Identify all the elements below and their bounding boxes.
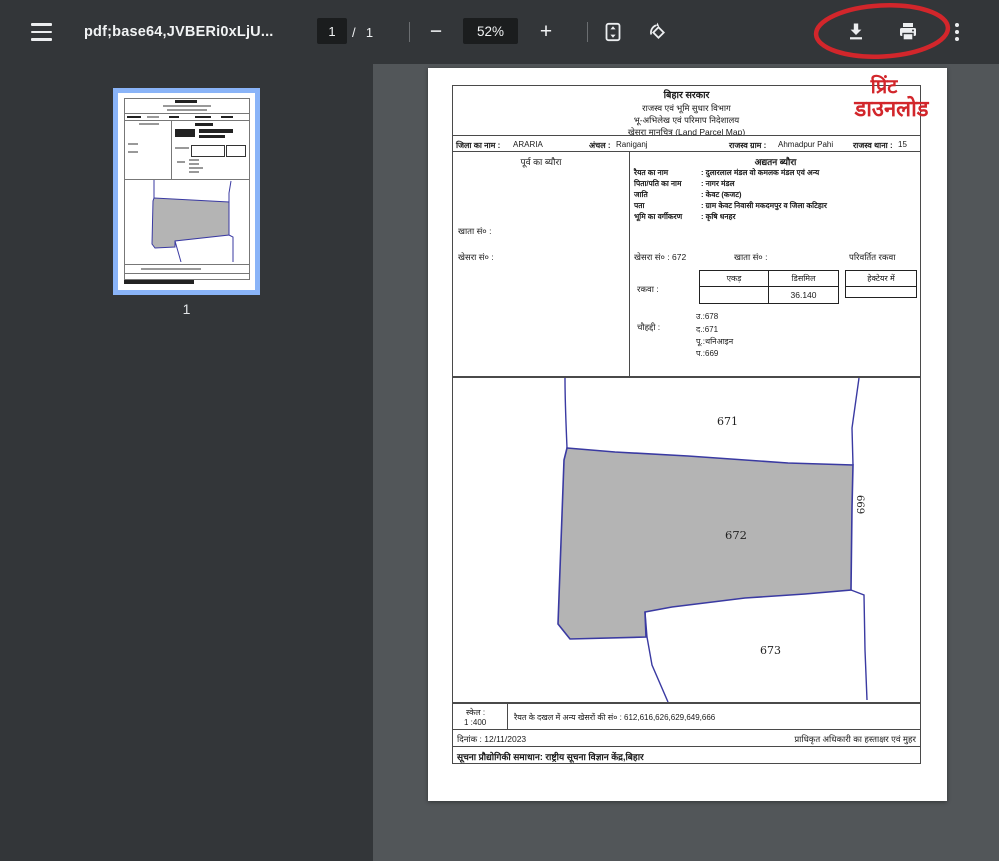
pdf-viewer-toolbar: pdf;base64,JVBERi0xLjU... 1 / 1 − 52% +	[0, 0, 999, 64]
pdf-page: बिहार सरकार राजस्व एवं भूमि सुधार विभाग …	[428, 68, 947, 801]
acre-header: एकड़	[700, 271, 769, 286]
thumbnail-page-number: 1	[113, 301, 260, 317]
menu-icon[interactable]	[28, 20, 54, 44]
decimal-value: 36.140	[769, 287, 838, 303]
location-meta-row: जिला का नाम : ARARIA अंचल : Raniganj राज…	[452, 135, 921, 152]
scale-label: स्केल :	[466, 707, 485, 718]
boundary-west: प.:669	[696, 348, 718, 359]
parcel-671-label: 671	[717, 415, 738, 428]
zoom-level-input[interactable]: 52%	[463, 18, 518, 44]
anchal-value: Raniganj	[616, 140, 648, 149]
date-signature-row: दिनांक : 12/11/2023 प्राधिकृत अधिकारी का…	[452, 729, 921, 747]
signature-label: प्राधिकृत अधिकारी का हस्ताक्षर एवं मुहर	[794, 734, 916, 745]
current-khesra-label: खेसरा सं० : 672	[634, 252, 686, 263]
zoom-out-button[interactable]: −	[418, 14, 454, 50]
boundary-line-top-left	[565, 378, 567, 448]
hectare-table: हेक्टेयर में	[845, 270, 917, 298]
page-thumbnail-preview	[118, 93, 255, 290]
previous-khata-label: खाता सं० :	[458, 226, 491, 237]
previous-khesra-label: खेसरा सं० :	[458, 252, 494, 263]
print-icon[interactable]	[890, 14, 926, 50]
current-khata-label: खाता सं० :	[734, 252, 767, 263]
decimal-header: डिसमिल	[769, 271, 838, 286]
other-khesra-note: रैयत के दखल में अन्य खेसरों की सं० : 612…	[514, 712, 715, 723]
scale-value: 1 :400	[464, 718, 486, 727]
parcel-672-shape	[558, 448, 853, 639]
toolbar-divider	[409, 22, 410, 42]
boundary-north: उ.:678	[696, 311, 718, 322]
boundary-south: द.:671	[696, 324, 718, 335]
date-label: दिनांक : 12/11/2023	[457, 734, 526, 745]
district-label: जिला का नाम :	[456, 140, 500, 151]
parcel-672-label: 672	[725, 528, 747, 542]
village-value: Ahmadpur Pahi	[778, 140, 833, 149]
page-thumbnail[interactable]	[113, 88, 260, 295]
boundary-line-673	[645, 612, 668, 702]
more-options-icon[interactable]	[939, 14, 975, 50]
acre-value	[700, 287, 769, 303]
caste-label: जाति	[634, 190, 648, 200]
boundary-east: पू.:थनिआइन	[696, 336, 733, 347]
land-class-value: : कृषि धनहर	[701, 212, 736, 222]
directorate-line: भू-अभिलेख एवं परिमाप निदेशालय	[634, 115, 739, 126]
current-details-column: अद्यतन ब्यौरा रैयत का नाम : दुलारलाल मंड…	[629, 152, 922, 376]
raiyat-name-label: रैयत का नाम	[634, 168, 668, 178]
father-name-label: पिता/पति का नाम	[634, 179, 681, 189]
father-name-value: : नागर मंडल	[701, 179, 735, 189]
chauhaddi-label: चौहद्दी :	[637, 322, 660, 333]
land-class-label: भूमि का वर्गीकरण	[634, 212, 682, 222]
current-heading: अद्यतन ब्यौरा	[629, 155, 922, 168]
parcel-673-label: 673	[760, 644, 781, 657]
details-section: पूर्व का ब्यौरा खाता सं० : खेसरा सं० : अ…	[452, 151, 921, 377]
scale-row: स्केल : 1 :400 रैयत के दखल में अन्य खेसर…	[452, 703, 921, 730]
parcel-map-svg: 671 672 673 669	[453, 378, 920, 702]
pdf-viewport: बिहार सरकार राजस्व एवं भूमि सुधार विभाग …	[373, 64, 999, 861]
toolbar-divider	[587, 22, 588, 42]
document-title: pdf;base64,JVBERi0xLjU...	[84, 0, 274, 64]
boundary-line-right-bottom	[851, 590, 867, 700]
gov-title: बिहार सरकार	[664, 88, 710, 101]
previous-heading: पूर्व का ब्यौरा	[453, 155, 629, 168]
anchal-label: अंचल :	[589, 140, 611, 151]
hectare-header: हेक्टेयर में	[846, 271, 916, 287]
parcel-map: 671 672 673 669	[452, 377, 921, 703]
parcel-669-label: 669	[854, 495, 865, 514]
it-solution-footer: सूचना प्रौद्योगिकी समाधान: राष्ट्रीय सूच…	[457, 750, 644, 763]
address-label: पता	[634, 201, 644, 211]
district-value: ARARIA	[513, 140, 543, 149]
caste-value: : केवट (कजट)	[701, 190, 741, 200]
rakwa-label: रकवा :	[637, 284, 659, 295]
dept-line: राजस्व एवं भूमि सुधार विभाग	[642, 103, 731, 114]
zoom-in-button[interactable]: +	[528, 14, 564, 50]
parivartit-label: परिवर्तित रकवा	[849, 252, 895, 263]
fit-to-page-icon[interactable]	[595, 14, 631, 50]
hectare-value	[846, 287, 916, 297]
area-table: एकड़ डिसमिल 36.140	[699, 270, 839, 304]
footer-row: सूचना प्रौद्योगिकी समाधान: राष्ट्रीय सूच…	[452, 746, 921, 764]
boundary-line-right-top	[852, 378, 859, 465]
thana-value: 15	[898, 140, 907, 149]
village-label: राजस्व ग्राम :	[729, 140, 766, 151]
page-number-input[interactable]: 1	[317, 18, 347, 44]
thana-label: राजस्व थाना :	[853, 140, 893, 151]
raiyat-name-value: : दुलारलाल मंडल वो कमलक मंडल एवं अन्य	[701, 168, 819, 178]
thumbnail-sidebar: 1	[0, 64, 373, 861]
document-header: बिहार सरकार राजस्व एवं भूमि सुधार विभाग …	[452, 85, 921, 136]
page-count-label: / 1	[352, 0, 374, 64]
address-value: : ग्राम केवट निवासी मकदमपुर व जिला कटिहा…	[701, 201, 827, 211]
download-icon[interactable]	[838, 14, 874, 50]
previous-details-column: पूर्व का ब्यौरा खाता सं० : खेसरा सं० :	[453, 152, 629, 376]
rotate-icon[interactable]	[640, 14, 676, 50]
